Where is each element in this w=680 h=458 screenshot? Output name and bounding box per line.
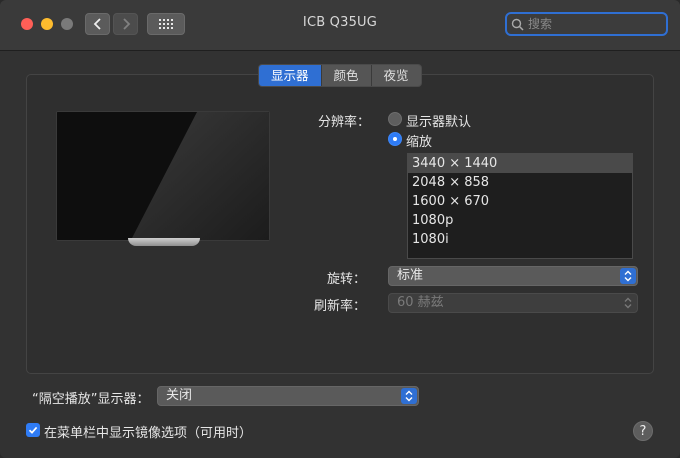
refresh-rate-label: 刷新率：	[314, 299, 367, 314]
rotation-value: 标准	[397, 268, 424, 283]
display-preferences-window: ICB Q35UG 显示器 颜色 夜览 分辨率：	[0, 0, 680, 458]
list-item[interactable]: 1600 × 670	[408, 192, 632, 211]
search-field[interactable]	[505, 12, 668, 36]
up-down-chevron-icon	[401, 388, 417, 404]
list-item[interactable]: 1080i	[408, 230, 632, 249]
airplay-display-label: “隔空播放”显示器：	[32, 392, 150, 407]
list-item[interactable]: 2048 × 858	[408, 173, 632, 192]
search-icon	[511, 18, 524, 31]
refresh-rate-value: 60 赫兹	[397, 295, 444, 310]
tab-display[interactable]: 显示器	[259, 65, 322, 86]
list-item[interactable]: 3440 × 1440	[408, 154, 632, 173]
list-item[interactable]: 1080p	[408, 211, 632, 230]
airplay-display-select[interactable]: 关闭	[157, 386, 419, 406]
rotation-label: 旋转：	[327, 272, 367, 287]
up-down-chevron-icon	[620, 295, 636, 311]
rotation-select[interactable]: 标准	[388, 266, 638, 286]
title-bar: ICB Q35UG	[0, 0, 680, 51]
monitor-screen-glare	[57, 112, 269, 240]
tab-night-shift[interactable]: 夜览	[371, 65, 421, 86]
radio-default-for-display-label[interactable]: 显示器默认	[406, 111, 471, 130]
tab-bar: 显示器 颜色 夜览	[258, 64, 422, 87]
refresh-rate-select: 60 赫兹	[388, 293, 638, 313]
help-button[interactable]: ?	[633, 421, 653, 441]
radio-scaled-label[interactable]: 缩放	[406, 131, 432, 150]
radio-default-for-display[interactable]	[388, 112, 402, 126]
radio-scaled[interactable]	[388, 132, 402, 146]
show-mirroring-checkbox[interactable]	[26, 423, 40, 437]
checkmark-icon	[28, 426, 38, 434]
resolution-list: 3440 × 1440 2048 × 858 1600 × 670 1080p …	[407, 153, 633, 259]
monitor-stand	[128, 238, 200, 246]
up-down-chevron-icon	[620, 268, 636, 284]
show-mirroring-label[interactable]: 在菜单栏中显示镜像选项（可用时）	[44, 422, 252, 441]
monitor-illustration	[56, 111, 270, 241]
resolution-label: 分辨率：	[318, 115, 371, 130]
search-input[interactable]	[526, 16, 660, 32]
tab-color[interactable]: 颜色	[321, 65, 372, 86]
airplay-display-value: 关闭	[166, 388, 193, 403]
